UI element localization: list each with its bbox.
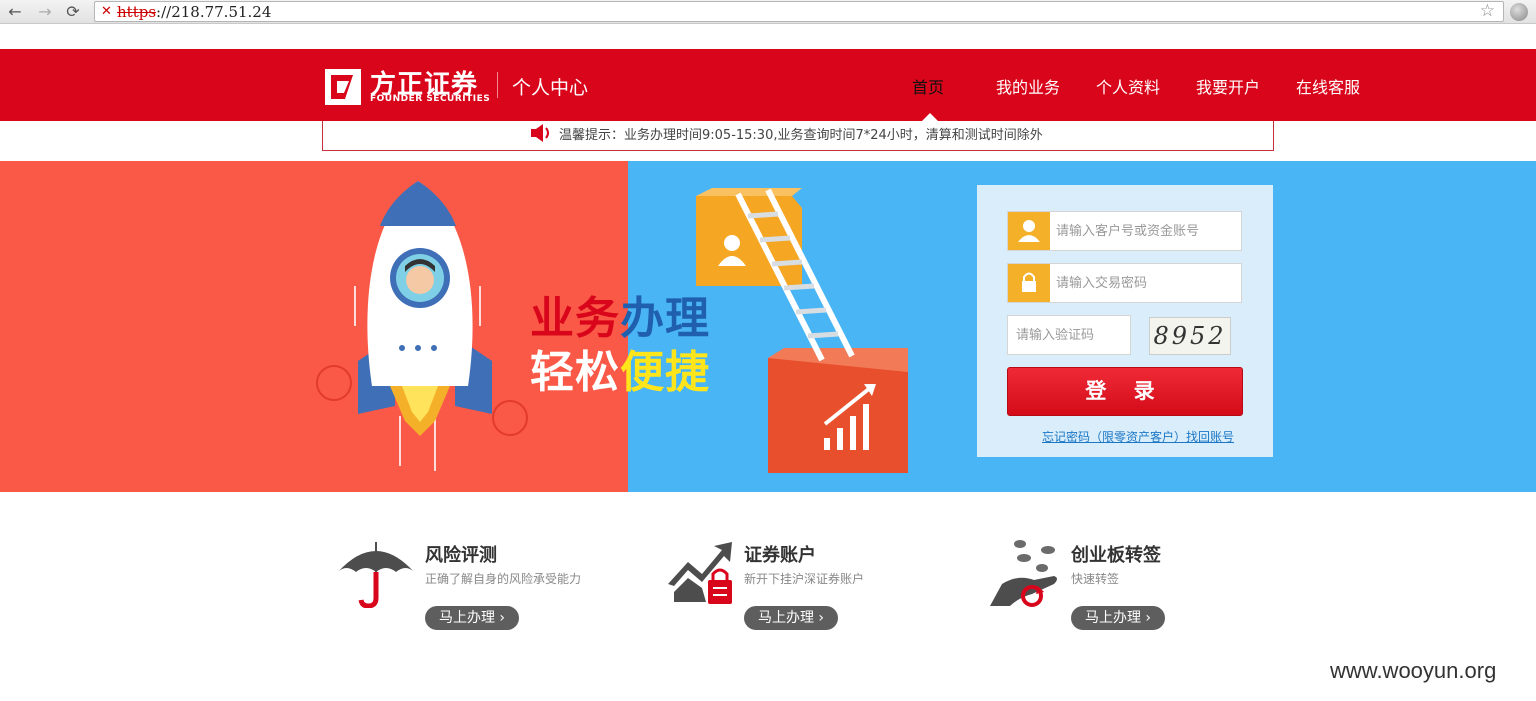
address-bar[interactable]: ✕ https://218.77.51.24 ☆ [94,1,1504,22]
nav-online-service[interactable]: 在线客服 [1296,74,1360,98]
slogan-line2-part1: 轻松 [530,347,620,398]
captcha-input[interactable] [1016,326,1126,344]
back-icon[interactable]: ← [4,2,26,22]
forward-icon[interactable]: → [34,2,56,22]
account-input[interactable] [1056,222,1236,240]
account-field [1007,211,1242,251]
rocket-illustration [316,181,528,471]
service-risk-desc: 正确了解自身的风险承受能力 [425,572,582,586]
founder-logo-icon [325,69,361,105]
nav-active-caret [922,113,938,121]
insecure-lock-icon: ✕ [101,4,112,19]
slogan-line1: 业务办理 [530,294,710,344]
user-icon [1008,212,1050,250]
slogan-line2: 轻松便捷 [530,348,710,398]
url-text: https://218.77.51.24 [117,3,272,21]
service-account-desc: 新开下挂沪深证券账户 [744,572,865,586]
browser-toolbar: ← → ⟳ ✕ https://218.77.51.24 ☆ [0,0,1536,24]
service-account-button[interactable]: 马上办理 › [744,606,838,630]
password-input[interactable] [1056,274,1236,292]
notice-bar: 温馨提示：业务办理时间9:05-15:30,业务查询时间7*24小时，清算和测试… [322,121,1274,151]
watermark: www.wooyun.org [1330,658,1497,683]
bookmark-star-icon[interactable]: ☆ [1480,1,1495,21]
nav-profile[interactable]: 个人资料 [1096,74,1160,98]
umbrella-icon [338,542,414,608]
login-button[interactable]: 登 录 [1007,367,1243,416]
reload-icon[interactable]: ⟳ [62,2,84,22]
slogan-line1-part1: 业务 [530,293,620,344]
service-gem-title: 创业板转签 [1071,545,1161,566]
lock-icon [1008,264,1050,302]
service-gem-button[interactable]: 马上办理 › [1071,606,1165,630]
service-gem-desc: 快速转签 [1071,572,1120,586]
nav-home[interactable]: 首页 [912,74,944,98]
service-risk-title: 风险评测 [425,545,497,566]
coin-hand-icon [990,540,1057,607]
notice-text: 温馨提示：业务办理时间9:05-15:30,业务查询时间7*24小时，清算和测试… [559,128,1043,143]
recover-account-link[interactable]: 找回账号 [1186,428,1234,445]
captcha-field [1007,315,1131,355]
chart-lock-icon [668,542,732,604]
nav-open-account[interactable]: 我要开户 [1196,74,1260,98]
service-account-title: 证券账户 [744,545,816,566]
speaker-icon [531,124,549,142]
service-risk-button[interactable]: 马上办理 › [425,606,519,630]
globe-icon[interactable] [1510,3,1528,21]
password-field [1007,263,1242,303]
page-subtitle: 个人中心 [512,77,589,99]
logo-divider [497,72,498,98]
boxes-ladder-illustration [696,188,908,473]
nav-my-business[interactable]: 我的业务 [996,74,1060,98]
forgot-password-link[interactable]: 忘记密码（限零资产客户） [1042,428,1186,445]
logo-en: FOUNDER SECURITIES [370,94,491,104]
captcha-image[interactable]: 8952 [1149,317,1231,355]
